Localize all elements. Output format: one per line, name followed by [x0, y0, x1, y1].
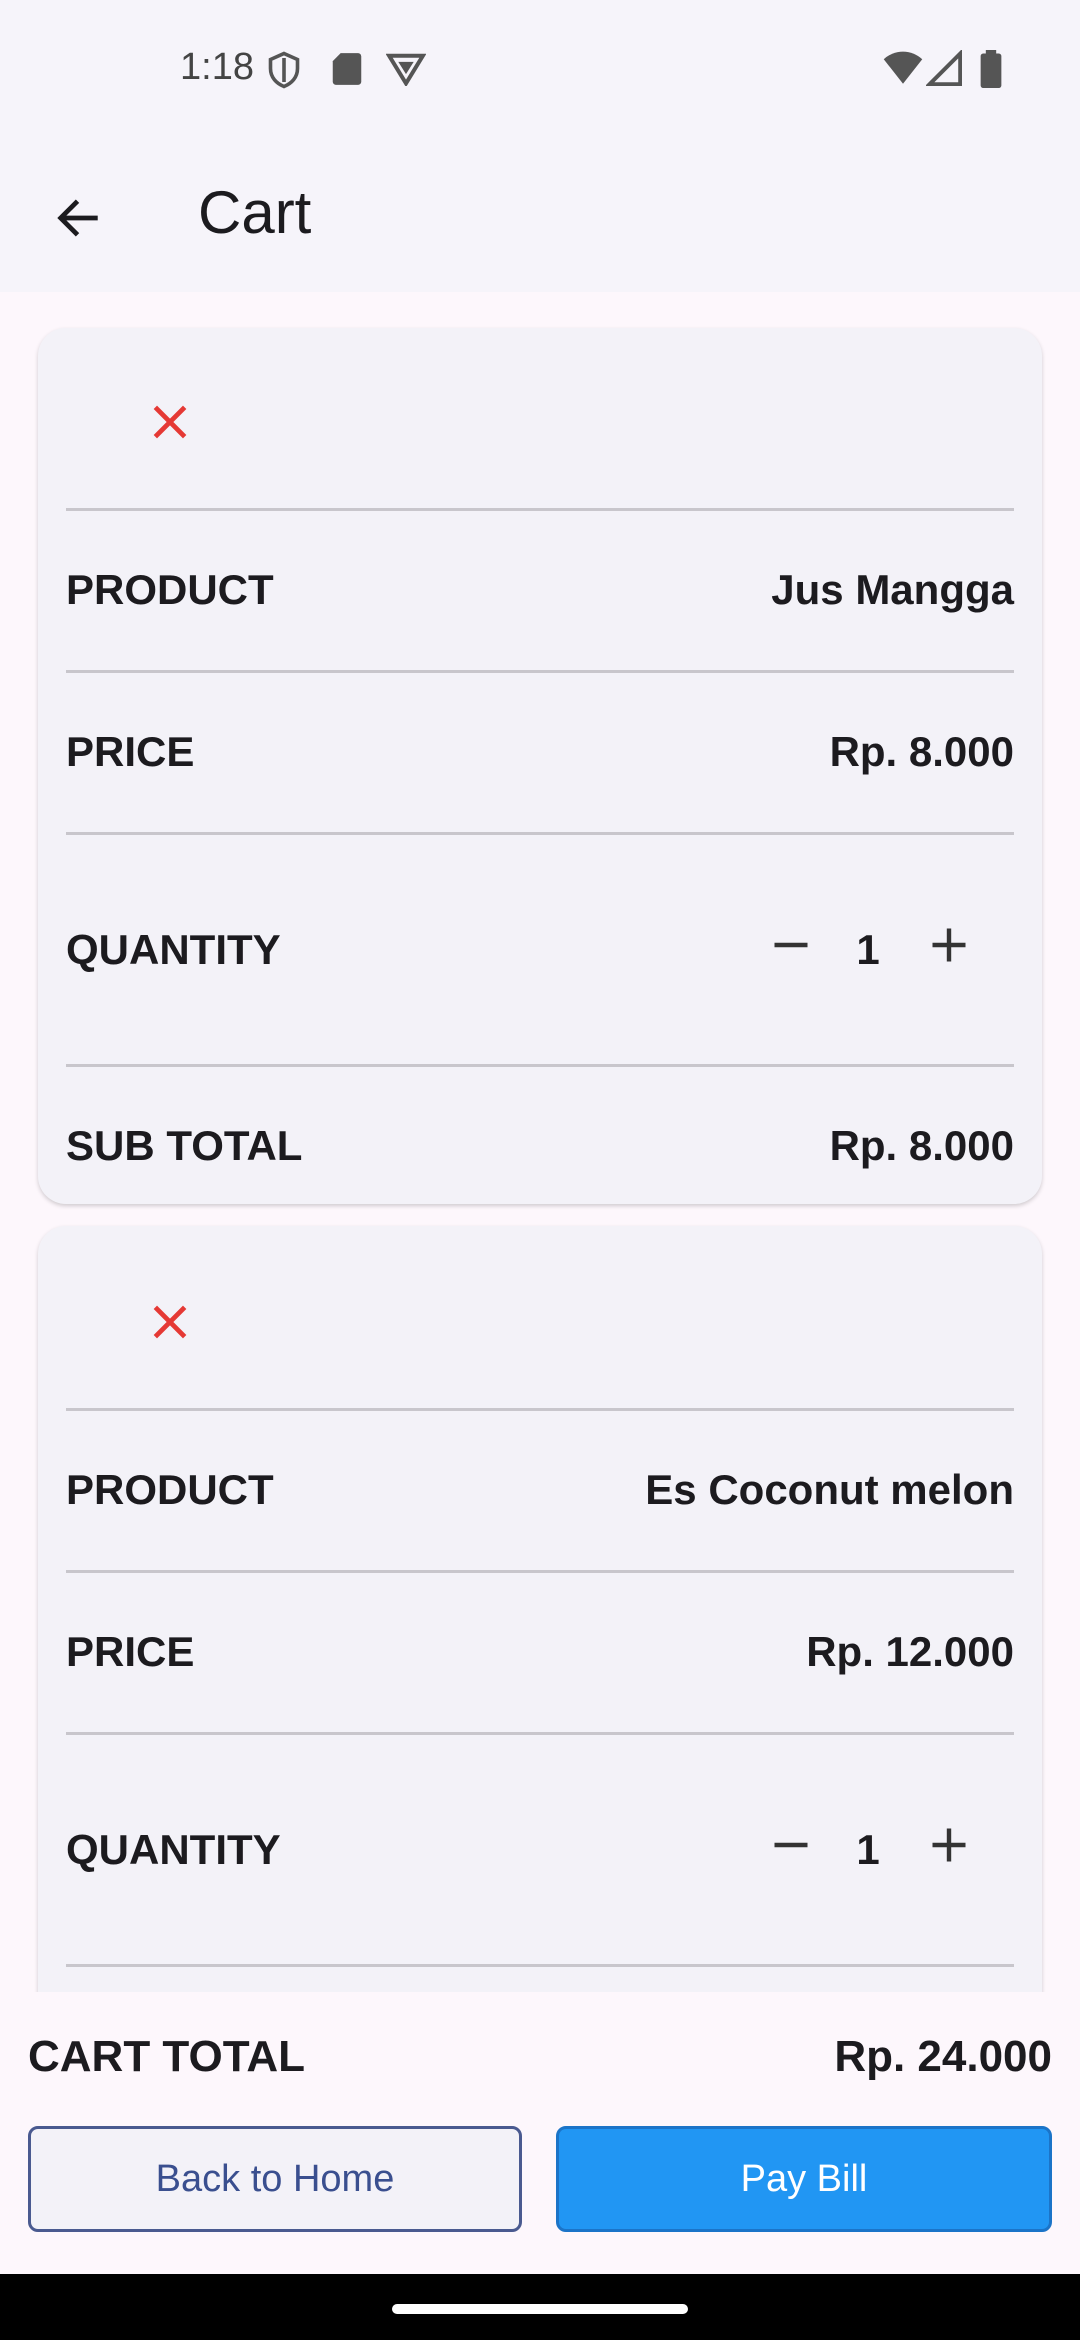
cart-item-card: PRODUCT Jus Mangga PRICE Rp. 8.000 QUANT…	[38, 328, 1042, 1204]
minus-icon	[769, 1823, 813, 1872]
quantity-value: 1	[856, 926, 880, 973]
status-bar: 1:18	[0, 0, 1080, 140]
product-name: Jus Mangga	[771, 566, 1014, 613]
quantity-label: QUANTITY	[66, 1826, 281, 1873]
back-to-home-button[interactable]: Back to Home	[28, 2126, 522, 2232]
battery-icon	[980, 50, 1002, 93]
back-button[interactable]	[40, 182, 116, 258]
divider	[66, 1732, 1014, 1735]
decrease-quantity-button[interactable]	[756, 912, 826, 982]
cart-total-label: CART TOTAL	[28, 2032, 305, 2081]
price-label: PRICE	[66, 728, 195, 775]
divider	[66, 832, 1014, 835]
price-value: Rp. 12.000	[806, 1628, 1014, 1675]
divider	[66, 1570, 1014, 1573]
product-label: PRODUCT	[66, 566, 274, 613]
quantity-label: QUANTITY	[66, 926, 281, 973]
cart-total-value: Rp. 24.000	[834, 2032, 1052, 2081]
cart-list[interactable]: PRODUCT Jus Mangga PRICE Rp. 8.000 QUANT…	[0, 292, 1080, 1992]
divider	[66, 1064, 1014, 1067]
increase-quantity-button[interactable]	[914, 1812, 984, 1882]
arrow-left-icon	[52, 192, 104, 249]
decrease-quantity-button[interactable]	[756, 1812, 826, 1882]
sd-card-icon	[330, 50, 364, 93]
status-time: 1:18	[180, 46, 254, 88]
close-icon	[148, 400, 192, 449]
cart-footer: CART TOTAL Rp. 24.000 Back to Home Pay B…	[0, 1992, 1080, 2274]
remove-item-button[interactable]	[128, 382, 212, 466]
plus-icon	[927, 923, 971, 972]
shield-icon	[266, 50, 302, 95]
quantity-value: 1	[856, 1826, 880, 1873]
signal-icon	[924, 48, 963, 91]
divider	[66, 1408, 1014, 1411]
close-icon	[148, 1300, 192, 1349]
wifi-icon	[882, 50, 924, 91]
product-name: Es Coconut melon	[645, 1466, 1014, 1513]
vpn-badge-icon	[385, 50, 427, 91]
divider	[66, 508, 1014, 511]
price-value: Rp. 8.000	[829, 728, 1014, 775]
pay-bill-button[interactable]: Pay Bill	[556, 2126, 1052, 2232]
home-indicator[interactable]	[392, 2304, 688, 2314]
product-label: PRODUCT	[66, 1466, 274, 1513]
system-navigation-bar	[0, 2274, 1080, 2340]
divider	[66, 1964, 1014, 1967]
remove-item-button[interactable]	[128, 1282, 212, 1366]
increase-quantity-button[interactable]	[914, 912, 984, 982]
subtotal-value: Rp. 8.000	[829, 1122, 1014, 1169]
cart-item-card: PRODUCT Es Coconut melon PRICE Rp. 12.00…	[38, 1226, 1042, 1992]
divider	[66, 670, 1014, 673]
app-bar: Cart	[0, 140, 1080, 292]
subtotal-label: SUB TOTAL	[66, 1122, 303, 1169]
minus-icon	[769, 923, 813, 972]
plus-icon	[927, 1823, 971, 1872]
price-label: PRICE	[66, 1628, 195, 1675]
page-title: Cart	[198, 179, 312, 246]
